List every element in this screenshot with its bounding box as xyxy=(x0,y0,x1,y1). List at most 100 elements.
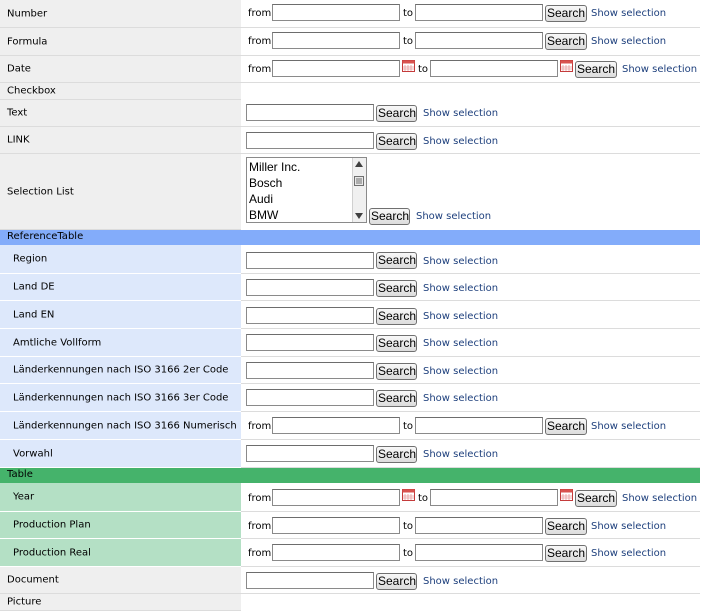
amtliche-vollform-search-button[interactable]: Search xyxy=(376,335,417,352)
ref-row-label: Länderkennungen nach ISO 3166 2er Code xyxy=(13,364,229,376)
reference-table-header: ReferenceTable xyxy=(0,230,700,245)
ref-row-label: Region xyxy=(13,253,48,265)
link-search-button[interactable]: Search xyxy=(376,133,417,150)
region-input[interactable] xyxy=(246,252,374,269)
production-plan-show-selection-link[interactable]: Show selection xyxy=(591,521,666,532)
iso-3er-show-selection-link[interactable]: Show selection xyxy=(423,393,498,404)
document-input[interactable] xyxy=(246,572,374,589)
picture-label: Picture xyxy=(7,596,42,608)
table-row-label: Production Real xyxy=(13,547,91,558)
production-real-from-input[interactable] xyxy=(272,544,400,561)
amtliche-vollform-input[interactable] xyxy=(246,334,374,351)
formula-show-selection-link[interactable]: Show selection xyxy=(591,36,666,47)
calendar-icon[interactable] xyxy=(560,60,573,72)
formula-search-button[interactable]: Search xyxy=(545,33,587,50)
number-show-selection-link[interactable]: Show selection xyxy=(591,8,666,19)
from-label: from xyxy=(248,421,272,432)
production-plan-search-button[interactable]: Search xyxy=(545,518,587,535)
region-search-button[interactable]: Search xyxy=(376,252,417,269)
link-input[interactable] xyxy=(246,132,374,149)
table-row-label: Production Plan xyxy=(13,519,91,531)
land-en-input[interactable] xyxy=(246,307,374,324)
production-plan-to-input[interactable] xyxy=(415,517,543,534)
document-label: Document xyxy=(7,574,59,586)
row-checkbox: Checkbox xyxy=(0,83,700,100)
region-show-selection-link[interactable]: Show selection xyxy=(423,256,498,267)
list-option[interactable]: BMW xyxy=(249,208,278,222)
scroll-grip-icon[interactable] xyxy=(354,176,364,186)
date-show-selection-link[interactable]: Show selection xyxy=(622,64,697,75)
production-real-show-selection-link[interactable]: Show selection xyxy=(591,548,666,559)
iso-numerisch-search-button[interactable]: Search xyxy=(545,418,587,435)
iso-numerisch-from-input[interactable] xyxy=(272,417,400,434)
document-search-button[interactable]: Search xyxy=(376,573,417,590)
number-to-input[interactable] xyxy=(415,4,543,21)
from-label: from xyxy=(248,548,272,559)
iso-2er-input[interactable] xyxy=(246,362,374,379)
formula-from-input[interactable] xyxy=(272,32,400,49)
land-de-search-button[interactable]: Search xyxy=(376,280,417,297)
selection-list-show-selection-link[interactable]: Show selection xyxy=(416,211,491,222)
date-search-button[interactable]: Search xyxy=(575,61,617,78)
iso-2er-show-selection-link[interactable]: Show selection xyxy=(423,366,498,377)
list-option[interactable]: Miller Inc. xyxy=(249,160,300,174)
year-from-input[interactable] xyxy=(272,489,400,506)
date-from-input[interactable] xyxy=(272,60,400,77)
text-search-button[interactable]: Search xyxy=(376,105,417,122)
production-real-search-button[interactable]: Search xyxy=(545,545,587,562)
iso-3er-search-button[interactable]: Search xyxy=(376,390,417,407)
number-label: Number xyxy=(7,8,48,19)
date-label: Date xyxy=(7,63,31,75)
to-label: to xyxy=(403,36,414,47)
ref-row-label: Vorwahl xyxy=(13,448,53,459)
table-header: Table xyxy=(0,468,700,483)
year-show-selection-link[interactable]: Show selection xyxy=(622,493,697,504)
ref-row-label: Länderkennungen nach ISO 3166 3er Code xyxy=(13,392,229,403)
vorwahl-show-selection-link[interactable]: Show selection xyxy=(423,449,498,460)
scroll-up-arrow-icon[interactable] xyxy=(355,161,363,167)
scroll-down-arrow-icon[interactable] xyxy=(355,213,363,219)
iso-numerisch-to-input[interactable] xyxy=(415,417,543,434)
land-en-search-button[interactable]: Search xyxy=(376,308,417,325)
amtliche-vollform-show-selection-link[interactable]: Show selection xyxy=(423,338,498,349)
checkbox-label: Checkbox xyxy=(7,85,56,97)
from-label: from xyxy=(248,64,272,75)
text-show-selection-link[interactable]: Show selection xyxy=(423,108,498,119)
from-label: from xyxy=(248,493,272,504)
reference-table-title: ReferenceTable xyxy=(7,231,84,242)
iso-numerisch-show-selection-link[interactable]: Show selection xyxy=(591,421,666,432)
production-plan-from-input[interactable] xyxy=(272,517,400,534)
number-search-button[interactable]: Search xyxy=(545,5,587,22)
formula-to-input[interactable] xyxy=(415,32,543,49)
link-label: LINK xyxy=(7,134,30,146)
land-de-input[interactable] xyxy=(246,279,374,296)
to-label: to xyxy=(403,8,414,19)
list-option[interactable]: Bosch xyxy=(249,176,282,190)
year-search-button[interactable]: Search xyxy=(575,490,617,507)
listbox-scrollbar[interactable] xyxy=(352,158,366,222)
selection-listbox[interactable]: Miller Inc. Bosch Audi BMW xyxy=(246,157,367,223)
calendar-icon[interactable] xyxy=(402,60,415,72)
vorwahl-search-button[interactable]: Search xyxy=(376,446,417,463)
iso-2er-search-button[interactable]: Search xyxy=(376,363,417,380)
link-show-selection-link[interactable]: Show selection xyxy=(423,136,498,147)
formula-label: Formula xyxy=(7,36,48,47)
table-title: Table xyxy=(7,469,33,480)
list-option[interactable]: Audi xyxy=(249,192,273,206)
number-from-input[interactable] xyxy=(272,4,400,21)
to-label: to xyxy=(418,64,429,75)
text-input[interactable] xyxy=(246,104,374,121)
land-de-show-selection-link[interactable]: Show selection xyxy=(423,283,498,294)
to-label: to xyxy=(403,521,414,532)
calendar-icon[interactable] xyxy=(402,489,415,501)
calendar-icon[interactable] xyxy=(560,489,573,501)
date-to-input[interactable] xyxy=(430,60,558,77)
land-en-show-selection-link[interactable]: Show selection xyxy=(423,311,498,322)
selection-list-search-button[interactable]: Search xyxy=(369,208,410,225)
iso-3er-input[interactable] xyxy=(246,389,374,406)
production-real-to-input[interactable] xyxy=(415,544,543,561)
year-to-input[interactable] xyxy=(430,489,558,506)
vorwahl-input[interactable] xyxy=(246,445,374,462)
text-label: Text xyxy=(7,107,28,119)
document-show-selection-link[interactable]: Show selection xyxy=(423,576,498,587)
